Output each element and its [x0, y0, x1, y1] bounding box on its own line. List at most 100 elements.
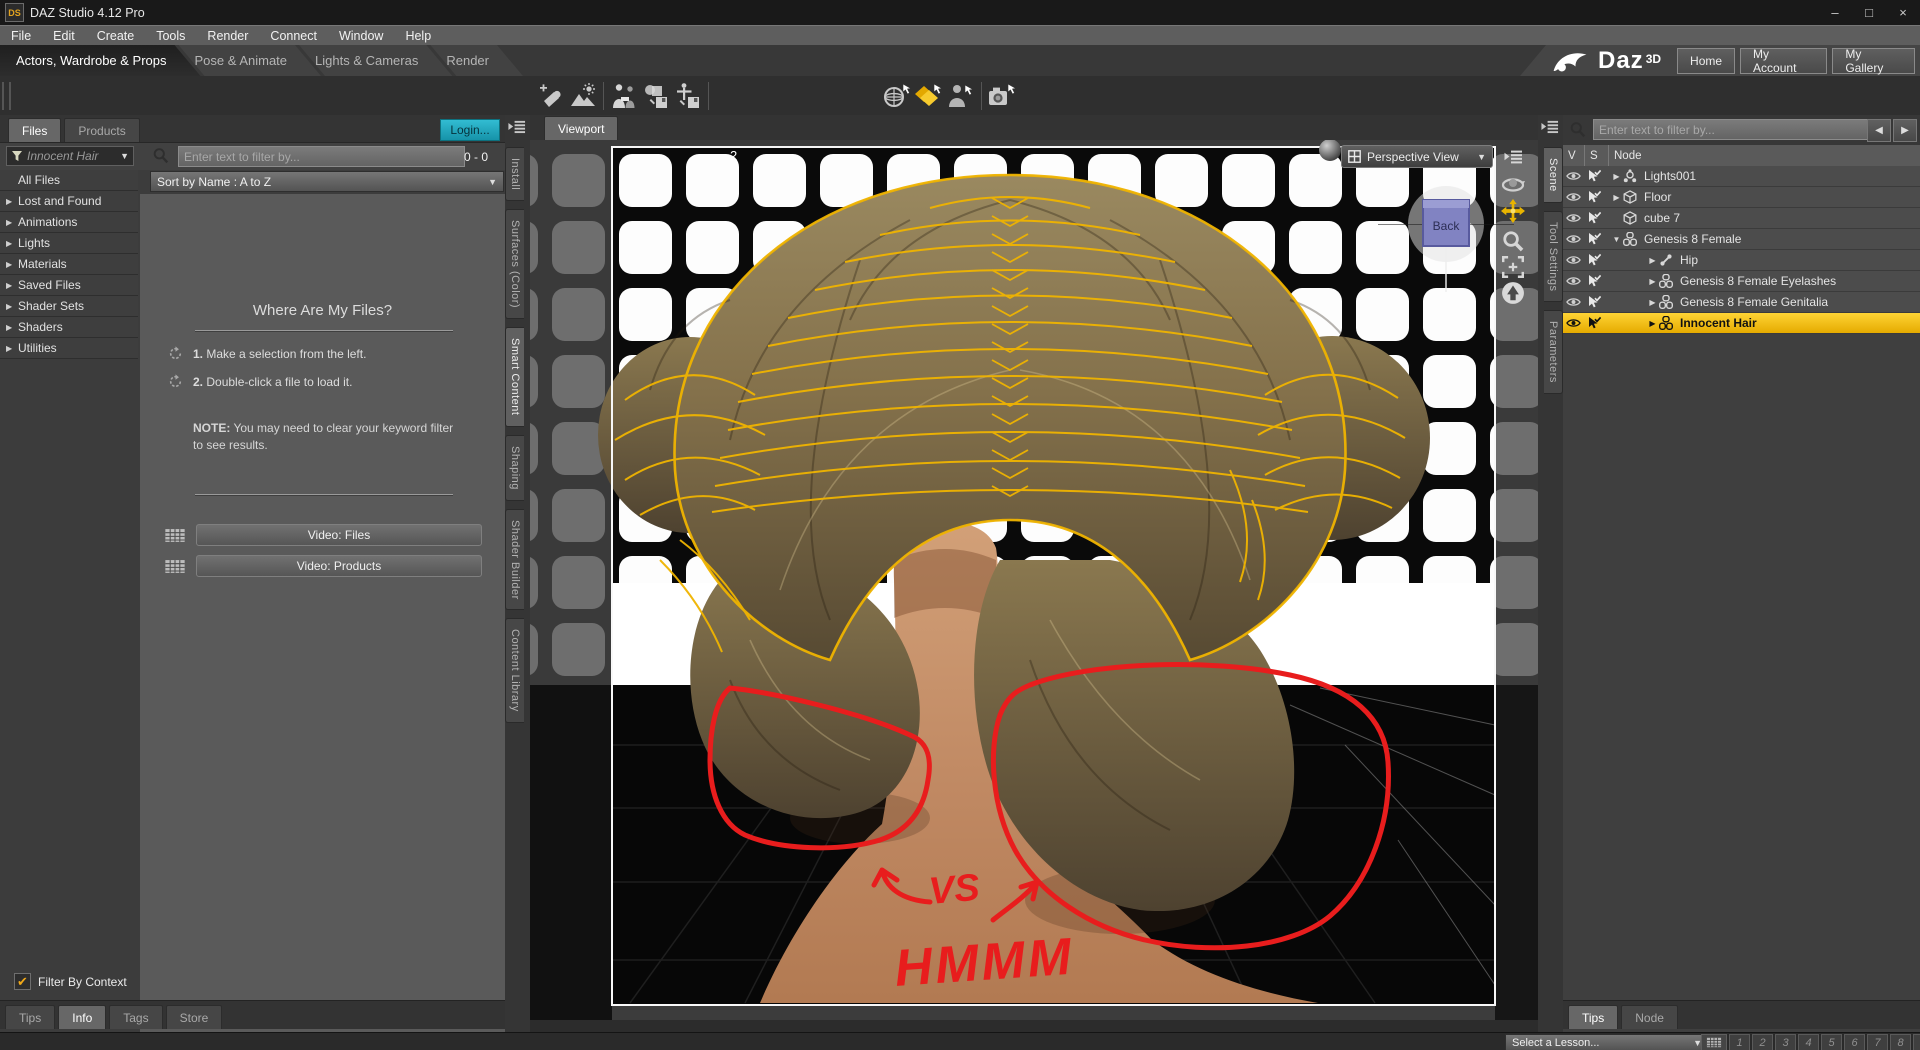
orbit-view-icon[interactable] — [1498, 172, 1528, 198]
left-bottom-tab[interactable]: Info — [58, 1005, 107, 1029]
dock-tab[interactable]: Shader Builder — [505, 508, 524, 611]
expand-arrow[interactable]: ▶ — [1610, 193, 1623, 202]
menu-item[interactable]: File — [0, 26, 42, 46]
login-button[interactable]: Login... — [440, 119, 500, 141]
activity-tab[interactable]: Pose & Animate — [179, 45, 322, 76]
gizmo-sphere[interactable] — [1319, 140, 1341, 161]
category-row[interactable]: ▶ Lights — [0, 233, 138, 254]
pan-view-icon[interactable] — [1498, 198, 1528, 224]
selectable-pointer-icon[interactable] — [1587, 316, 1610, 330]
expand-arrow[interactable]: ▶ — [1610, 172, 1623, 181]
content-search-input[interactable] — [178, 146, 465, 167]
visibility-eye-icon[interactable] — [1563, 318, 1587, 328]
menu-item[interactable]: Edit — [42, 26, 86, 46]
scene-node-row[interactable]: ▶ Genesis 8 Female Genitalia — [1563, 292, 1920, 313]
viewport-tab[interactable]: Viewport — [544, 116, 619, 140]
brand-nav-button[interactable]: My Account — [1740, 47, 1828, 75]
node-label[interactable]: cube 7 — [1644, 211, 1680, 225]
dock-tab[interactable]: Shaping — [505, 434, 524, 501]
camera-view-dropdown[interactable]: Perspective View ▼ — [1341, 145, 1493, 168]
lesson-number-button[interactable]: 9 — [1913, 1034, 1920, 1050]
category-row[interactable]: ▶ Materials — [0, 254, 138, 275]
scene-node-row[interactable]: ▶ Lights001 — [1563, 166, 1920, 187]
scene-node-row[interactable]: ▶ Hip — [1563, 250, 1920, 271]
category-row[interactable]: ▶ Lost and Found — [0, 191, 138, 212]
filter-back-button[interactable]: ◀ — [1867, 119, 1891, 142]
node-label[interactable]: Genesis 8 Female Genitalia — [1680, 295, 1828, 309]
node-label[interactable]: Hip — [1680, 253, 1698, 267]
filter-preset-dropdown[interactable]: Innocent Hair ▼ — [6, 146, 134, 166]
activity-tab[interactable]: Lights & Cameras — [299, 45, 452, 76]
menu-item[interactable]: Connect — [259, 26, 328, 46]
right-bottom-tab[interactable]: Node — [1621, 1005, 1678, 1029]
dock-tab[interactable]: Smart Content — [505, 327, 524, 427]
selectable-pointer-icon[interactable] — [1587, 211, 1610, 225]
brand-nav-button[interactable]: Home — [1677, 47, 1736, 74]
dock-tab[interactable]: Install — [505, 147, 524, 202]
left-bottom-tab[interactable]: Store — [165, 1005, 223, 1029]
node-label[interactable]: Genesis 8 Female Eyelashes — [1680, 274, 1836, 288]
save-pose-preset-icon[interactable] — [672, 80, 704, 112]
load-figures-icon[interactable] — [608, 80, 640, 112]
save-shaping-preset-icon[interactable] — [640, 80, 672, 112]
scene-node-row[interactable]: ▶ Genesis 8 Female Eyelashes — [1563, 271, 1920, 292]
category-row[interactable]: ▶ Animations — [0, 212, 138, 233]
viewport-pane-options-icon[interactable] — [1498, 143, 1528, 169]
menu-item[interactable]: Window — [328, 26, 394, 46]
viewport-canvas[interactable]: 2 VS HMMM Back Perspective View ▼ — [530, 140, 1538, 1020]
frame-view-icon[interactable] — [1498, 254, 1528, 280]
selectable-pointer-icon[interactable] — [1587, 169, 1610, 183]
selectable-pointer-icon[interactable] — [1587, 190, 1610, 204]
dock-tab[interactable]: Content Library — [505, 618, 524, 724]
lesson-number-button[interactable]: 3 — [1775, 1034, 1796, 1050]
scene-filter-input[interactable] — [1593, 119, 1868, 140]
lesson-number-button[interactable]: 4 — [1798, 1034, 1819, 1050]
filter-by-context-checkbox[interactable]: ✔ — [14, 973, 31, 990]
node-label[interactable]: Genesis 8 Female — [1644, 232, 1741, 246]
menu-item[interactable]: Tools — [145, 26, 196, 46]
expand-arrow[interactable]: ▶ — [1646, 277, 1659, 286]
orbit-tool-icon[interactable] — [881, 80, 913, 112]
selectable-pointer-icon[interactable] — [1587, 253, 1610, 267]
dock-tab[interactable]: Tool Settings — [1544, 210, 1563, 303]
dock-tab[interactable]: Scene — [1544, 147, 1563, 203]
lesson-number-button[interactable]: 8 — [1890, 1034, 1911, 1050]
expand-arrow[interactable]: ▶ — [1646, 319, 1659, 328]
node-label[interactable]: Floor — [1644, 190, 1671, 204]
menu-item[interactable]: Create — [86, 26, 146, 46]
surface-selection-tool-icon[interactable] — [913, 80, 945, 112]
video-files-button[interactable]: Video: Files — [196, 524, 482, 546]
content-tab[interactable]: Files — [8, 118, 62, 142]
new-spotlight-icon[interactable] — [535, 80, 567, 112]
node-label[interactable]: Innocent Hair — [1680, 316, 1757, 330]
lesson-video-button[interactable] — [1701, 1034, 1727, 1050]
new-environment-icon[interactable] — [567, 80, 599, 112]
visibility-eye-icon[interactable] — [1563, 171, 1587, 181]
video-products-button[interactable]: Video: Products — [196, 555, 482, 577]
filter-forward-button[interactable]: ▶ — [1893, 119, 1917, 142]
pane-options-icon[interactable] — [507, 119, 528, 137]
camera-up-icon[interactable] — [1498, 280, 1528, 306]
minimize-button[interactable]: – — [1818, 0, 1852, 25]
lesson-number-button[interactable]: 7 — [1867, 1034, 1888, 1050]
selectable-pointer-icon[interactable] — [1587, 274, 1610, 288]
close-button[interactable]: × — [1886, 0, 1920, 25]
scene-node-row[interactable]: ▶ Floor — [1563, 187, 1920, 208]
pane-options-icon[interactable] — [1540, 119, 1561, 137]
scene-node-row[interactable]: cube 7 — [1563, 208, 1920, 229]
zoom-view-icon[interactable] — [1498, 228, 1528, 254]
left-bottom-tab[interactable]: Tags — [109, 1005, 163, 1029]
visibility-eye-icon[interactable] — [1563, 297, 1587, 307]
lesson-number-button[interactable]: 5 — [1821, 1034, 1842, 1050]
scene-node-row[interactable]: ▶ Innocent Hair — [1563, 313, 1920, 334]
category-row[interactable]: ▶ Shaders — [0, 317, 138, 338]
menu-item[interactable]: Render — [196, 26, 259, 46]
sort-dropdown[interactable]: Sort by Name : A to Z ▼ — [150, 171, 504, 192]
scene-node-row[interactable]: ▼ Genesis 8 Female — [1563, 229, 1920, 250]
activity-tab[interactable]: Actors, Wardrobe & Props — [0, 45, 201, 76]
visibility-eye-icon[interactable] — [1563, 255, 1587, 265]
visibility-eye-icon[interactable] — [1563, 234, 1587, 244]
brand-nav-button[interactable]: My Gallery — [1832, 47, 1915, 75]
category-row[interactable]: ▶ Shader Sets — [0, 296, 138, 317]
category-row[interactable]: All Files — [0, 170, 138, 191]
